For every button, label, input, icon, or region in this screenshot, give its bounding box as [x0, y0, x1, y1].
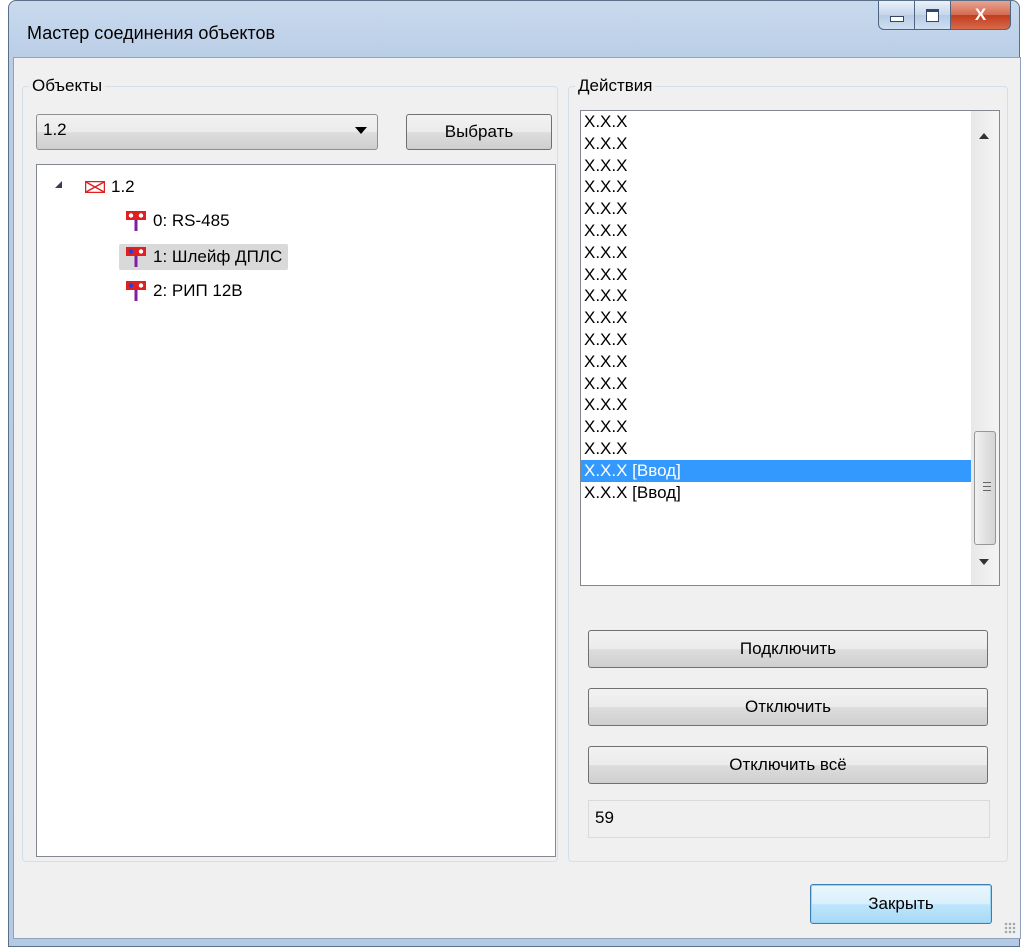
tree-node-label: 0: RS-485 — [153, 211, 230, 230]
maximize-button[interactable] — [915, 1, 951, 30]
tree-node-label: 2: РИП 12В — [153, 281, 243, 300]
list-item[interactable]: X.X.X — [581, 111, 971, 133]
list-item[interactable]: X.X.X — [581, 285, 971, 307]
connector-icon — [126, 247, 146, 267]
tree-node-label: 1: Шлейф ДПЛС — [153, 247, 283, 266]
disconnect-button[interactable]: Отключить — [588, 688, 988, 726]
scroll-thumb[interactable] — [974, 431, 996, 545]
list-item[interactable]: X.X.X — [581, 394, 971, 416]
tree-node-child-2[interactable]: 2: РИП 12В — [125, 278, 243, 304]
device-icon — [85, 181, 105, 193]
objects-tree[interactable]: 1.2 0: RS-485 1: Шлейф ДПЛС 2: РИП 12В — [36, 164, 556, 857]
dialog-client-area: Объекты 1.2 Выбрать 1.2 0: RS-485 1: Шле… — [13, 57, 1021, 939]
object-select[interactable]: 1.2 — [36, 114, 378, 150]
list-item[interactable]: X.X.X — [581, 133, 971, 155]
list-item[interactable]: X.X.X — [581, 373, 971, 395]
connect-button[interactable]: Подключить — [588, 630, 988, 668]
list-item[interactable]: X.X.X [Ввод] — [581, 482, 971, 504]
list-item[interactable]: X.X.X — [581, 220, 971, 242]
connector-icon — [126, 211, 146, 231]
close-button[interactable]: Закрыть — [810, 884, 992, 924]
list-item[interactable]: X.X.X — [581, 264, 971, 286]
list-item[interactable]: X.X.X — [581, 438, 971, 460]
actions-listbox[interactable]: X.X.X X.X.X X.X.X X.X.X X.X.X X.X.X X.X.X X.X.X… — [580, 110, 1000, 586]
list-item[interactable]: X.X.X [Ввод] — [581, 459, 971, 482]
tree-node-child-0[interactable]: 0: RS-485 — [125, 208, 230, 234]
grip-icon — [983, 482, 991, 491]
actions-group-title: Действия — [575, 76, 656, 96]
choose-button[interactable]: Выбрать — [406, 114, 552, 150]
list-item[interactable]: X.X.X — [581, 329, 971, 351]
close-window-button[interactable]: X — [951, 1, 1011, 30]
vertical-scrollbar[interactable] — [971, 111, 999, 585]
list-item[interactable]: X.X.X — [581, 198, 971, 220]
tree-node-root[interactable]: 1.2 — [85, 174, 135, 200]
maximize-icon — [926, 8, 939, 22]
minimize-button[interactable] — [878, 1, 915, 30]
resize-grip-icon[interactable] — [1004, 922, 1016, 934]
window-title: Мастер соединения объектов — [27, 23, 276, 43]
disconnect-all-button[interactable]: Отключить всё — [588, 746, 988, 784]
tree-node-child-1[interactable]: 1: Шлейф ДПЛС — [119, 244, 289, 270]
list-item[interactable]: X.X.X — [581, 176, 971, 198]
connector-icon — [126, 281, 146, 301]
objects-group-title: Объекты — [29, 76, 106, 96]
object-select-value: 1.2 — [43, 120, 67, 139]
tree-node-label: 1.2 — [111, 177, 135, 196]
scroll-up-icon[interactable] — [979, 133, 989, 139]
close-icon: X — [974, 5, 987, 24]
caption-buttons: X — [878, 1, 1011, 31]
title-bar[interactable]: Мастер соединения объектов X — [9, 1, 1019, 57]
list-item[interactable]: X.X.X — [581, 351, 971, 373]
actions-list: X.X.X X.X.X X.X.X X.X.X X.X.X X.X.X X.X.X X.X.X… — [581, 111, 971, 585]
scroll-down-icon[interactable] — [979, 559, 989, 565]
list-item[interactable]: X.X.X — [581, 307, 971, 329]
list-item[interactable]: X.X.X — [581, 242, 971, 264]
chevron-down-icon — [355, 127, 367, 134]
minimize-icon — [889, 16, 904, 22]
list-item[interactable]: X.X.X — [581, 155, 971, 177]
count-field: 59 — [588, 800, 990, 838]
expand-arrow-icon[interactable] — [55, 181, 62, 188]
list-item[interactable]: X.X.X — [581, 416, 971, 438]
